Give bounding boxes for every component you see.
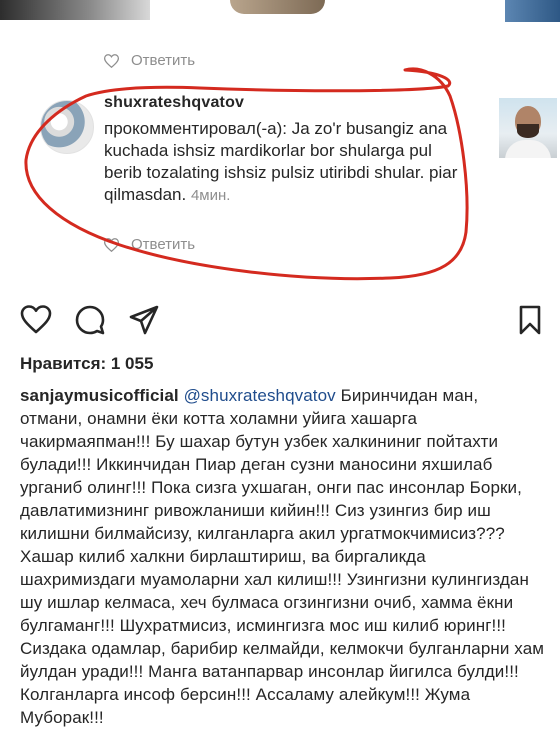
previous-post-image-strip bbox=[0, 0, 560, 22]
post-thumbnail[interactable] bbox=[499, 98, 557, 158]
caption-mention[interactable]: @shuxrateshqvatov bbox=[184, 386, 336, 405]
previous-comment-actions: Ответить bbox=[104, 52, 195, 69]
comment-notification: shuxrateshqvatov прокомментировал(-а): J… bbox=[40, 92, 557, 282]
heart-icon[interactable] bbox=[20, 304, 52, 336]
share-icon[interactable] bbox=[128, 304, 160, 336]
comment-timestamp: 4мин. bbox=[190, 187, 231, 204]
post-caption: sanjaymusicofficial @shuxrateshqvatov Би… bbox=[20, 384, 545, 729]
caption-author[interactable]: sanjaymusicofficial bbox=[20, 386, 179, 405]
bookmark-icon[interactable] bbox=[514, 304, 546, 336]
likes-count[interactable]: Нравится: 1 055 bbox=[20, 354, 153, 374]
avatar[interactable] bbox=[40, 100, 94, 154]
like-comment-icon[interactable] bbox=[104, 53, 119, 68]
reply-button[interactable]: Ответить bbox=[131, 52, 195, 69]
reply-button[interactable]: Ответить bbox=[131, 236, 195, 253]
like-comment-icon[interactable] bbox=[104, 237, 119, 252]
comment-username[interactable]: shuxrateshqvatov bbox=[104, 94, 244, 112]
caption-text: Биринчидан ман, отмани, онамни ёки котта… bbox=[20, 386, 545, 727]
comment-icon[interactable] bbox=[74, 304, 106, 336]
comment-actions: Ответить bbox=[104, 236, 195, 253]
comment-text: прокомментировал(-а): Ja zo'r busangiz a… bbox=[104, 119, 458, 204]
post-action-bar bbox=[20, 304, 544, 338]
